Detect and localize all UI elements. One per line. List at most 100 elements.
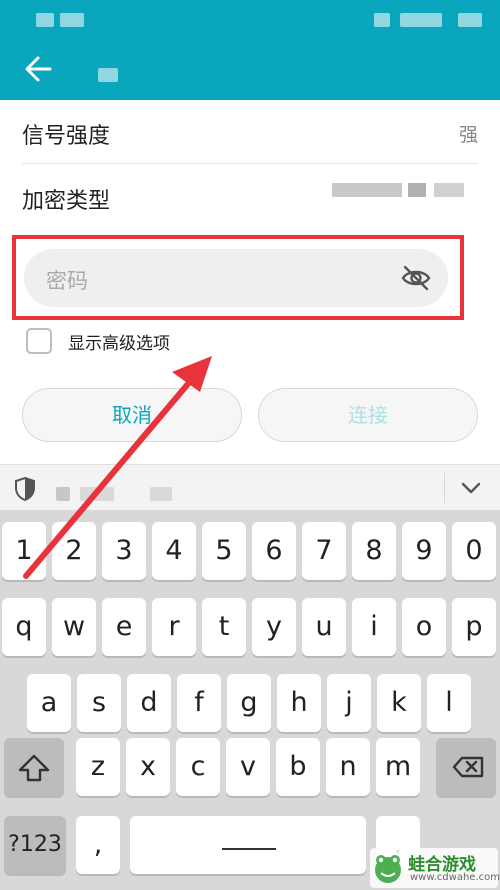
key-y[interactable]: y [252,598,296,656]
key-g[interactable]: g [227,674,271,732]
space-key[interactable] [130,816,366,874]
key-label: 8 [365,535,383,566]
key-label: f [194,687,204,718]
key-label: b [289,751,307,782]
key-x[interactable]: x [126,738,170,796]
encryption-type-row: 加密类型 [22,165,478,229]
key-z[interactable]: z [76,738,120,796]
key-u[interactable]: u [302,598,346,656]
key-t[interactable]: t [202,598,246,656]
status-blur [36,13,54,27]
key-label: n [339,751,357,782]
key-label: 7 [315,535,333,566]
key-label: h [290,687,308,718]
watermark-url: www.cdwahe.com [410,872,500,883]
key-label: e [115,611,133,642]
advanced-options-checkbox[interactable] [26,328,52,354]
arrow-left-icon[interactable] [22,52,56,86]
key-label: x [140,751,156,782]
key-8[interactable]: 8 [352,522,396,580]
key-m[interactable]: m [376,738,420,796]
password-placeholder: 密码 [46,269,88,293]
app-bar [0,42,500,100]
key-label: 6 [265,535,283,566]
key-5[interactable]: 5 [202,522,246,580]
encryption-value-blur [408,183,426,197]
key-b[interactable]: b [276,738,320,796]
key-label: 5 [215,535,233,566]
shield-icon [15,477,35,501]
key-f[interactable]: f [177,674,221,732]
key-label: z [90,751,106,782]
key-3[interactable]: 3 [102,522,146,580]
backspace-icon [452,756,484,778]
key-7[interactable]: 7 [302,522,346,580]
key-v[interactable]: v [226,738,270,796]
toolbar-blur [56,487,70,501]
key-s[interactable]: s [77,674,121,732]
key-e[interactable]: e [102,598,146,656]
key-p[interactable]: p [452,598,496,656]
key-r[interactable]: r [152,598,196,656]
key-d[interactable]: d [127,674,171,732]
key-9[interactable]: 9 [402,522,446,580]
key-h[interactable]: h [277,674,321,732]
key-2[interactable]: 2 [52,522,96,580]
key-a[interactable]: a [27,674,71,732]
key-label: a [40,687,58,718]
key-c[interactable]: c [176,738,220,796]
encryption-type-label: 加密类型 [22,189,111,214]
key-label: q [15,611,33,642]
key-123[interactable]: ?123 [4,816,66,874]
status-blur [458,13,482,27]
password-field[interactable]: 密码 [24,249,448,307]
key-label: u [315,611,333,642]
shift-icon [18,754,50,782]
key-label: o [415,611,433,642]
key-l[interactable]: l [427,674,471,732]
network-name-blur [98,68,118,82]
key-label: 1 [15,535,33,566]
cancel-button[interactable]: 取消 [22,388,242,442]
key-k[interactable]: k [377,674,421,732]
key-label: 2 [65,535,83,566]
space-bar-mark [222,848,276,850]
key-label: , [93,829,103,860]
key-j[interactable]: j [327,674,371,732]
key-0[interactable]: 0 [452,522,496,580]
key-label: w [62,611,86,642]
status-blur [60,13,84,27]
key-label: 0 [465,535,483,566]
shift-key[interactable] [4,738,64,796]
keyboard-toolbar [0,464,500,510]
key-label: c [190,751,206,782]
toolbar-blur [150,487,172,501]
key-label: i [370,611,378,642]
key-6[interactable]: 6 [252,522,296,580]
status-bar [0,0,500,42]
status-blur [374,13,390,27]
encryption-value-blur [434,183,464,197]
key-n[interactable]: n [326,738,370,796]
chevron-down-icon[interactable] [458,477,484,499]
key-o[interactable]: o [402,598,446,656]
key-label: v [240,751,256,782]
key-label: d [140,687,158,718]
key-label: t [218,611,230,642]
advanced-options-label: 显示高级选项 [68,334,170,354]
key-label: ?123 [8,832,62,857]
key-[interactable]: , [76,816,120,874]
key-w[interactable]: w [52,598,96,656]
key-1[interactable]: 1 [2,522,46,580]
encryption-value-blur [332,183,402,197]
key-4[interactable]: 4 [152,522,196,580]
key-label: m [384,751,412,782]
key-label: g [240,687,258,718]
key-i[interactable]: i [352,598,396,656]
key-label: 3 [115,535,133,566]
connect-button[interactable]: 连接 [258,388,478,442]
backspace-key[interactable] [436,738,496,796]
key-q[interactable]: q [2,598,46,656]
signal-strength-row: 信号强度 强 [22,100,478,164]
eye-off-icon[interactable] [400,263,432,293]
